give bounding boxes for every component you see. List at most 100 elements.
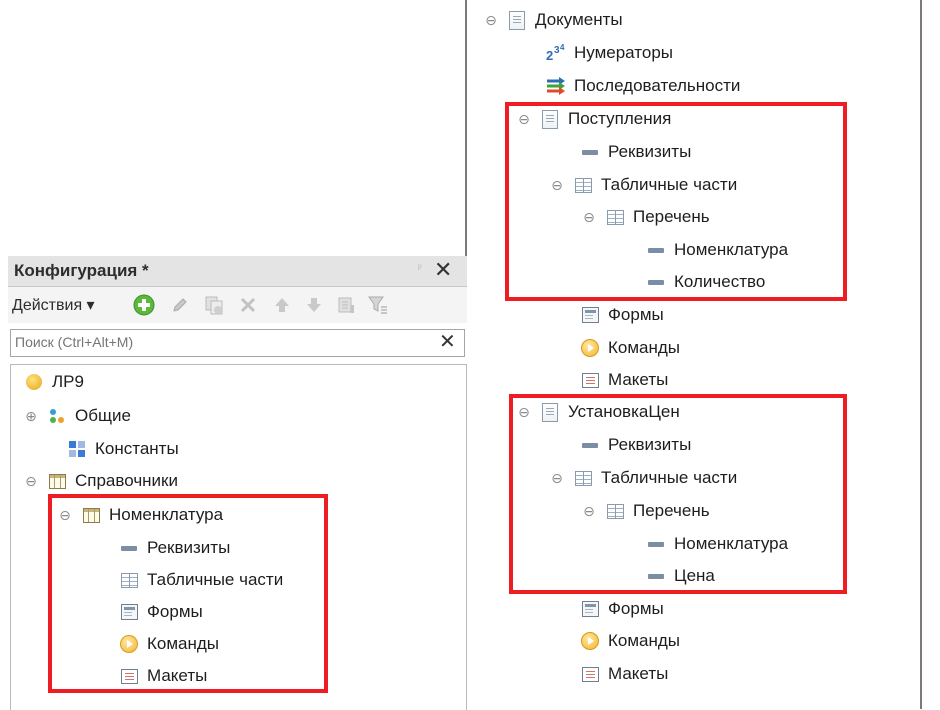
collapse-icon[interactable]: ⊖ <box>582 209 596 225</box>
delete-icon[interactable] <box>236 293 260 317</box>
requisites-icon <box>646 240 666 260</box>
sort-icon[interactable] <box>334 293 358 317</box>
tabular-part-icon <box>605 207 625 227</box>
tabular-part-icon <box>573 175 593 195</box>
tree-item-label: Макеты <box>147 666 208 685</box>
tree-item-label: Справочники <box>75 471 178 490</box>
collapse-icon[interactable]: ⊖ <box>517 111 531 127</box>
catalog-icon <box>81 505 101 525</box>
tree-item-tabular-parts[interactable]: ⊖ Табличные части <box>550 465 737 491</box>
tree-item-label: Реквизиты <box>608 435 692 454</box>
tree-item-tabular-parts[interactable]: Табличные части <box>119 567 283 593</box>
tabular-part-icon <box>119 570 139 590</box>
collapse-icon[interactable]: ⊖ <box>582 503 596 519</box>
edit-icon[interactable] <box>168 293 192 317</box>
collapse-icon[interactable]: ⊖ <box>517 404 531 420</box>
requisites-icon <box>646 566 666 586</box>
tree-item-forms[interactable]: Формы <box>580 596 664 622</box>
tree-item-label: Реквизиты <box>608 142 692 161</box>
tree-item-catalog-nomenclature[interactable]: ⊖ Номенклатура <box>58 502 223 528</box>
search-input[interactable] <box>11 330 439 354</box>
tree-item-requisites[interactable]: Реквизиты <box>119 535 230 561</box>
copy-icon[interactable] <box>202 293 226 317</box>
tree-item-forms[interactable]: Формы <box>119 599 203 625</box>
tree-item-commands[interactable]: Команды <box>580 335 680 361</box>
collapse-icon[interactable]: ⊖ <box>550 177 564 193</box>
tree-item-requisites[interactable]: Реквизиты <box>580 139 691 165</box>
tree-item-label: Табличные части <box>601 468 738 487</box>
tree-item-label: Общие <box>75 406 131 425</box>
tree-item-templates[interactable]: Макеты <box>580 661 668 687</box>
tree-item-label: Команды <box>147 634 220 653</box>
move-up-icon[interactable] <box>270 293 294 317</box>
tree-item-label: Последовательности <box>574 76 741 95</box>
panel-title: Конфигурация * <box>14 261 149 280</box>
sequence-icon <box>546 76 566 96</box>
tree-item-field[interactable]: Номенклатура <box>646 237 788 263</box>
tree-item-label: УстановкаЦен <box>568 402 680 421</box>
tree-item-label: Номенклатура <box>674 240 789 259</box>
command-icon <box>119 634 139 654</box>
actions-menu-button[interactable]: Действия ▾ <box>12 293 95 317</box>
tree-item-templates[interactable]: Макеты <box>580 367 668 393</box>
tree-item-table[interactable]: ⊖ Перечень <box>582 498 710 524</box>
tree-item-table[interactable]: ⊖ Перечень <box>582 204 709 230</box>
tree-item-field[interactable]: Номенклатура <box>646 531 788 557</box>
panel-title-bar: Конфигурация * ᵖ ✕ <box>8 256 467 287</box>
tree-root[interactable]: ЛР9 <box>24 369 84 395</box>
search-field: ✕ <box>10 329 465 357</box>
tabular-part-icon <box>605 501 625 521</box>
filter-icon[interactable] <box>366 293 390 317</box>
command-icon <box>580 338 600 358</box>
move-down-icon[interactable] <box>302 293 326 317</box>
tree-item-sequences[interactable]: Последовательности <box>546 73 740 99</box>
requisites-icon <box>119 538 139 558</box>
document-icon <box>540 109 560 129</box>
tree-item-label: Номенклатура <box>674 534 789 553</box>
tree-item-label: Макеты <box>608 664 669 683</box>
tree-item-numerators[interactable]: 234 Нумераторы <box>546 40 673 66</box>
tree-item-label: Формы <box>608 599 664 618</box>
close-icon[interactable]: ✕ <box>434 257 452 283</box>
collapse-icon[interactable]: ⊖ <box>24 473 38 489</box>
catalog-icon <box>47 471 67 491</box>
common-icon <box>47 406 67 426</box>
form-icon <box>580 599 600 619</box>
expand-icon[interactable]: ⊕ <box>24 408 38 424</box>
collapse-icon[interactable]: ⊖ <box>550 470 564 486</box>
tree-item-field[interactable]: Цена <box>646 563 715 589</box>
tree-item-label: Нумераторы <box>574 43 673 62</box>
tree-item-catalogs[interactable]: ⊖ Справочники <box>24 468 178 494</box>
tree-item-label: Команды <box>608 338 681 357</box>
tree-item-field[interactable]: Количество <box>646 269 765 295</box>
tree-item-constants[interactable]: Константы <box>47 436 179 462</box>
pin-icon[interactable]: ᵖ <box>418 263 422 274</box>
collapse-icon[interactable]: ⊖ <box>58 507 72 523</box>
tree-item-documents[interactable]: ⊖ Документы <box>484 7 623 33</box>
tree-item-doc-set-prices[interactable]: ⊖ УстановкаЦен <box>517 399 680 425</box>
form-icon <box>119 602 139 622</box>
tree-item-commands[interactable]: Команды <box>580 628 680 654</box>
template-icon <box>580 664 600 684</box>
tree-item-common[interactable]: ⊕ Общие <box>24 403 131 429</box>
form-icon <box>580 305 600 325</box>
tree-item-tabular-parts[interactable]: ⊖ Табличные части <box>550 172 737 198</box>
tree-item-label: Формы <box>147 602 203 621</box>
collapse-icon[interactable]: ⊖ <box>484 12 498 28</box>
tree-item-templates[interactable]: Макеты <box>119 663 207 689</box>
clear-search-icon[interactable]: ✕ <box>439 329 456 354</box>
requisites-icon <box>646 272 666 292</box>
document-icon <box>507 10 527 30</box>
tree-item-forms[interactable]: Формы <box>580 302 664 328</box>
tree-item-label: Перечень <box>633 501 710 520</box>
tree-item-label: Формы <box>608 305 664 324</box>
constants-icon <box>67 439 87 459</box>
svg-text:4: 4 <box>560 43 565 52</box>
tree-item-doc-receipts[interactable]: ⊖ Поступления <box>517 106 671 132</box>
right-frame-line <box>920 0 922 709</box>
requisites-icon <box>580 142 600 162</box>
tree-item-commands[interactable]: Команды <box>119 631 219 657</box>
add-icon[interactable] <box>132 293 156 317</box>
tree-item-requisites[interactable]: Реквизиты <box>580 432 691 458</box>
tree-item-label: Номенклатура <box>109 505 224 524</box>
